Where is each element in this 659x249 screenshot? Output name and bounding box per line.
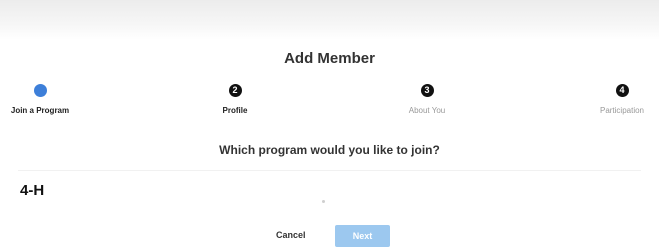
background-header-blur xyxy=(0,0,659,40)
program-option-4h[interactable]: 4-H xyxy=(20,182,44,199)
step-label: About You xyxy=(408,106,446,115)
step-number-icon: 2 xyxy=(228,84,242,97)
step-join-a-program[interactable]: Join a Program xyxy=(0,84,85,115)
step-profile[interactable]: 2 Profile xyxy=(190,84,280,115)
progress-stepper: Join a Program 2 Profile 3 About You 4 P… xyxy=(0,84,659,124)
loading-dot-icon xyxy=(322,200,325,203)
cancel-button[interactable]: Cancel xyxy=(276,230,306,240)
step-label: Profile xyxy=(222,106,248,115)
program-question: Which program would you like to join? xyxy=(219,143,440,157)
step-active-icon xyxy=(33,84,47,97)
step-label: Participation xyxy=(599,106,645,115)
step-number-icon: 4 xyxy=(615,84,629,97)
next-button[interactable]: Next xyxy=(335,225,390,247)
step-number-icon: 3 xyxy=(420,84,434,97)
step-about-you[interactable]: 3 About You xyxy=(382,84,472,115)
step-participation[interactable]: 4 Participation xyxy=(577,84,659,115)
dialog-title: Add Member xyxy=(284,50,375,67)
step-label: Join a Program xyxy=(10,106,70,115)
divider xyxy=(18,170,641,171)
